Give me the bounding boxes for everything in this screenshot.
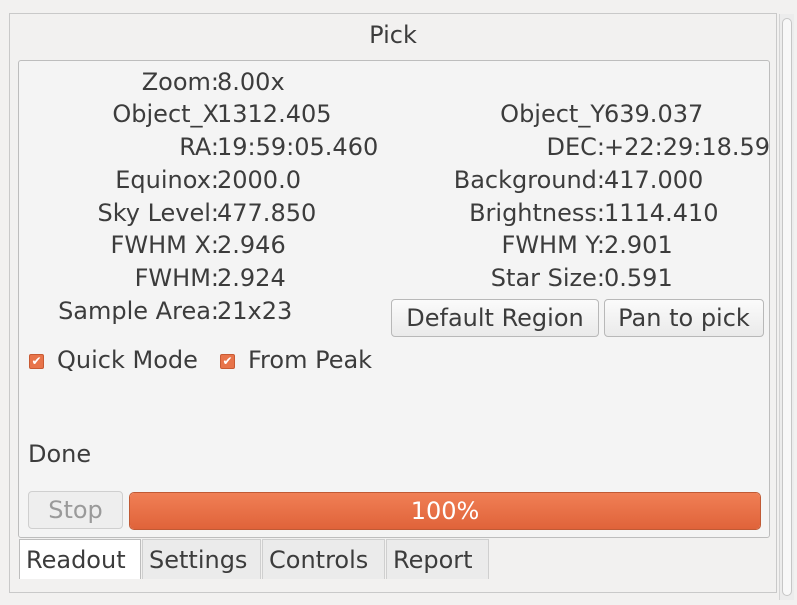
- dec-value: +22:29:18.59: [604, 133, 771, 161]
- fwhm-y-label: FWHM Y:: [501, 231, 605, 259]
- vertical-scrollbar[interactable]: [779, 14, 794, 600]
- tab-controls[interactable]: Controls: [262, 539, 385, 579]
- equinox-label: Equinox:: [115, 166, 219, 194]
- object-y-value: 639.037: [604, 100, 704, 128]
- fwhm-x-label: FWHM X:: [110, 231, 219, 259]
- background-value: 417.000: [604, 166, 704, 194]
- tab-readout[interactable]: Readout: [19, 539, 141, 579]
- star-size-value: 0.591: [604, 264, 673, 292]
- sample-area-label: Sample Area:: [58, 297, 219, 325]
- readout-frame: Zoom: 8.00x Object_X 1312.405 RA: 19:59:…: [18, 60, 770, 538]
- pick-panel: Pick Zoom: 8.00x Object_X 1312.405 RA: 1…: [9, 13, 777, 593]
- star-size-label: Star Size:: [490, 264, 605, 292]
- fwhm-y-value: 2.901: [604, 231, 673, 259]
- from-peak-checkbox[interactable]: ✔: [220, 354, 235, 369]
- fwhm-label: FWHM:: [134, 264, 219, 292]
- object-y-label: Object_Y: [500, 100, 605, 128]
- status-text: Done: [28, 440, 92, 468]
- quick-mode-label[interactable]: Quick Mode: [57, 345, 198, 375]
- scrollbar-thumb[interactable]: [782, 18, 792, 596]
- zoom-label: Zoom:: [141, 68, 219, 96]
- pan-to-pick-button[interactable]: Pan to pick: [604, 299, 764, 337]
- dec-label: DEC:: [546, 133, 606, 161]
- quick-mode-checkbox[interactable]: ✔: [29, 354, 44, 369]
- panel-title: Pick: [369, 21, 417, 49]
- tab-report[interactable]: Report: [386, 539, 489, 579]
- stop-button[interactable]: Stop: [28, 491, 123, 529]
- default-region-button[interactable]: Default Region: [391, 299, 599, 337]
- object-x-value: 1312.405: [217, 100, 332, 128]
- sky-level-label: Sky Level:: [97, 199, 219, 227]
- ra-value: 19:59:05.460: [217, 133, 379, 161]
- background-label: Background:: [453, 166, 605, 194]
- sample-area-value: 21x23: [217, 297, 293, 325]
- from-peak-label[interactable]: From Peak: [248, 345, 372, 375]
- object-x-label: Object_X: [112, 100, 219, 128]
- sky-level-value: 477.850: [217, 199, 317, 227]
- fwhm-value: 2.924: [217, 264, 286, 292]
- brightness-label: Brightness:: [469, 199, 605, 227]
- tab-settings[interactable]: Settings: [142, 539, 261, 579]
- equinox-value: 2000.0: [217, 166, 301, 194]
- brightness-value: 1114.410: [604, 199, 719, 227]
- zoom-value: 8.00x: [217, 68, 285, 96]
- ra-label: RA:: [179, 133, 219, 161]
- fwhm-x-value: 2.946: [217, 231, 286, 259]
- progress-bar: 100%: [129, 492, 761, 530]
- progress-text: 100%: [410, 497, 480, 525]
